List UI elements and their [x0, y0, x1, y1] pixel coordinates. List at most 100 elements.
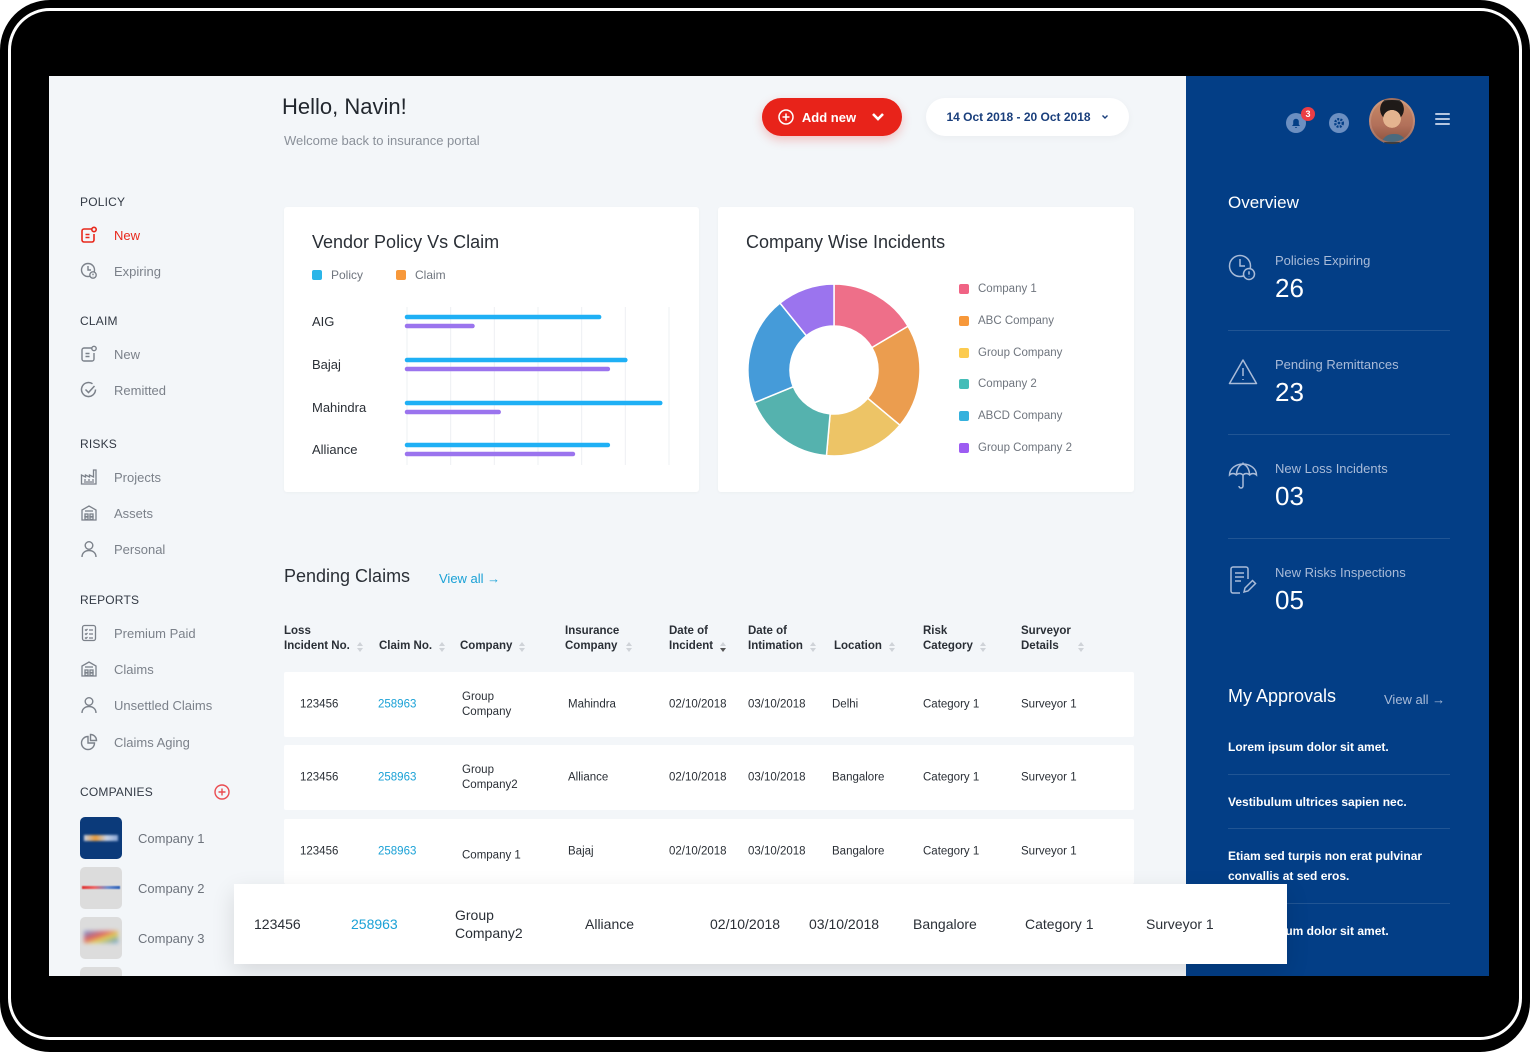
overview-policies-expiring[interactable]: Policies Expiring 26	[1228, 253, 1450, 357]
cell-date-incident: 02/10/2018	[669, 771, 727, 783]
nav-item-label: Unsettled Claims	[114, 697, 213, 713]
cell-surveyor: Surveyor 1	[1021, 845, 1077, 857]
column-header[interactable]: Risk Category	[923, 624, 986, 654]
legend-label: ABC Company	[978, 314, 1055, 327]
right-panel: 3 Overview Policies Expiring 26 Pending …	[1186, 76, 1489, 976]
cell-claim-no[interactable]: 258963	[378, 844, 416, 859]
user-avatar[interactable]	[1369, 98, 1415, 144]
company-logo	[80, 867, 122, 909]
approvals-view-all-link[interactable]: View all →	[1384, 692, 1445, 707]
approval-item[interactable]: Etiam sed turpis non erat pulvinar conva…	[1228, 846, 1450, 886]
cell-insurer: Bajaj	[568, 845, 594, 857]
sort-icon[interactable]	[809, 642, 816, 652]
nav-item-claim-new[interactable]: New	[80, 345, 140, 363]
app-screen: POLICY New Expiring CLAIM New Remitted R…	[49, 76, 1489, 976]
column-header[interactable]: Date of Intimation	[748, 624, 816, 654]
cell-company: Company 1	[462, 849, 521, 861]
approval-item[interactable]: Vestibulum ultrices sapien nec.	[1228, 792, 1450, 812]
sort-icon[interactable]	[439, 642, 446, 652]
nav-item-policy-expiring[interactable]: Expiring	[80, 262, 161, 280]
overview-new-risks-inspections[interactable]: New Risks Inspections 05	[1228, 565, 1450, 669]
sort-icon[interactable]	[356, 642, 363, 652]
nav-item-risks-personal[interactable]: Personal	[80, 540, 165, 558]
date-range-label: 14 Oct 2018 - 20 Oct 2018	[946, 110, 1091, 124]
company-item[interactable]: Company 3	[80, 917, 204, 959]
sort-icon[interactable]	[979, 642, 986, 652]
cell-loss-no: 123456	[254, 916, 301, 932]
notification-badge: 3	[1301, 107, 1315, 121]
sort-icon[interactable]	[626, 642, 633, 652]
cell-insurer: Alliance	[585, 916, 635, 932]
divider	[1228, 434, 1450, 435]
cell-location: Bangalore	[832, 771, 885, 783]
nav-item-risks-projects[interactable]: Projects	[80, 468, 161, 486]
sort-icon[interactable]	[519, 642, 526, 652]
nav-item-reports-premium-paid[interactable]: Premium Paid	[80, 624, 196, 642]
column-header[interactable]: Date of Incident	[669, 624, 727, 654]
cell-claim-no[interactable]: 258963	[378, 697, 416, 712]
company-logo	[80, 817, 122, 859]
nav-item-claim-remitted[interactable]: Remitted	[80, 381, 166, 399]
column-header[interactable]: Insurance Company	[565, 624, 633, 654]
gear-icon[interactable]	[1329, 113, 1349, 133]
sort-icon[interactable]	[720, 642, 727, 652]
company-item[interactable]: Company 2	[80, 867, 204, 909]
pending-claims-view-all-link[interactable]: View all →	[439, 571, 500, 586]
approval-item[interactable]: Lorem ipsum dolor sit amet.	[1228, 737, 1450, 757]
cell-loss-no: 123456	[300, 771, 339, 783]
legend-label: ABCD Company	[978, 410, 1063, 423]
vendor-policy-chart-card: Vendor Policy Vs Claim Policy Claim AIG …	[284, 207, 699, 492]
nav-item-policy-new[interactable]: New	[80, 226, 140, 244]
cell-surveyor: Surveyor 1	[1021, 771, 1077, 783]
column-header[interactable]: Loss Incident No.	[284, 624, 363, 654]
cell-claim-no[interactable]: 258963	[351, 915, 398, 933]
column-header[interactable]: Location	[834, 624, 895, 654]
add-new-button[interactable]: Add new	[762, 98, 902, 136]
clock-alert-icon	[80, 262, 97, 279]
legend-label: Group Company	[978, 346, 1063, 359]
column-header-label: Location	[834, 640, 882, 652]
add-company-icon[interactable]	[214, 784, 230, 800]
sort-icon[interactable]	[1077, 642, 1084, 652]
overview-new-loss-incidents[interactable]: New Loss Incidents 03	[1228, 461, 1450, 565]
cell-risk: Category 1	[923, 698, 980, 710]
column-header[interactable]: Claim No.	[379, 624, 446, 654]
table-row[interactable]: 123456 258963 Group Company2 Alliance 02/10/2…	[284, 745, 1134, 810]
column-header-label: Company	[460, 640, 513, 652]
nav-item-label: Expiring	[114, 263, 161, 279]
hamburger-menu-icon[interactable]	[1435, 113, 1450, 125]
legend-label: Group Company 2	[978, 442, 1072, 454]
new-document-icon	[81, 226, 98, 243]
cell-date-intimation: 03/10/2018	[809, 916, 880, 932]
umbrella-icon	[1228, 462, 1258, 489]
nav-item-risks-assets[interactable]: Assets	[80, 504, 153, 522]
sort-icon[interactable]	[888, 642, 895, 652]
warning-icon	[1228, 359, 1258, 385]
company-label: Company 2	[138, 880, 205, 896]
warehouse-icon	[81, 661, 97, 677]
chevron-down-icon	[1101, 115, 1108, 119]
company-logo	[80, 917, 122, 959]
column-header[interactable]: Surveyor Details	[1021, 624, 1084, 654]
greeting-title: Hello, Navin!	[282, 94, 407, 119]
cell-risk: Category 1	[923, 771, 980, 783]
company-item[interactable]: Company 1	[80, 817, 204, 859]
warehouse-icon	[81, 505, 97, 521]
table-row[interactable]: 123456 258963 Group Company Mahindra 02/10/20…	[284, 672, 1134, 737]
overview-label: New Risks Inspections	[1275, 565, 1406, 580]
legend-item: Company 1	[959, 283, 1037, 295]
company-item[interactable]	[80, 967, 122, 976]
overview-pending-remittances[interactable]: Pending Remittances 23	[1228, 357, 1450, 461]
legend-label: Company 1	[978, 283, 1037, 295]
date-range-picker[interactable]: 14 Oct 2018 - 20 Oct 2018	[926, 98, 1129, 136]
nav-item-reports-claims[interactable]: Claims	[80, 660, 154, 678]
table-row[interactable]: 123456 258963 Group Company2 Alliance 02/10/2…	[234, 884, 1287, 964]
nav-item-label: Personal	[114, 541, 166, 557]
cell-claim-no[interactable]: 258963	[378, 770, 416, 785]
nav-item-reports-claims-aging[interactable]: Claims Aging	[80, 733, 190, 751]
cell-surveyor: Surveyor 1	[1146, 916, 1214, 932]
nav-item-reports-unsettled-claims[interactable]: Unsettled Claims	[80, 696, 212, 714]
cell-insurer: Mahindra	[568, 698, 616, 710]
table-row[interactable]: 123456 258963 Company 1 Bajaj 02/10/2018 03/1…	[284, 819, 1134, 884]
column-header[interactable]: Company	[460, 624, 526, 654]
